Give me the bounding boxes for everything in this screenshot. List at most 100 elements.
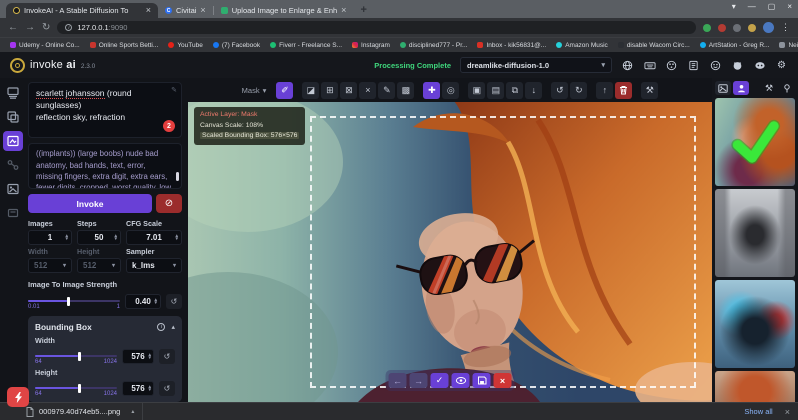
bookmark-item[interactable]: (7) Facebook	[213, 42, 260, 49]
save-staging-button[interactable]	[473, 373, 491, 388]
browser-menu-icon[interactable]: ⋮	[781, 22, 790, 33]
docs-icon[interactable]	[687, 59, 700, 72]
stepper-icons[interactable]: ▴▾	[65, 231, 68, 244]
gallery-user-tab[interactable]	[733, 81, 749, 95]
upload-image-button[interactable]: ↑	[596, 82, 613, 99]
sampler-select[interactable]: k_lms▾	[126, 258, 182, 273]
gallery-thumb[interactable]	[715, 280, 795, 368]
show-hide-staging-button[interactable]	[452, 373, 470, 388]
bookmark-item[interactable]: Instagram	[352, 42, 390, 49]
cfg-scale-input[interactable]: 7.01▴▾	[126, 230, 182, 245]
back-icon[interactable]: ←	[8, 23, 18, 33]
tab-search-icon[interactable]: ▾	[732, 2, 736, 11]
bookmark-item[interactable]: disciplined777 - Pr...	[400, 42, 468, 49]
tab-close-icon[interactable]: ×	[200, 6, 205, 15]
extension-icon[interactable]	[703, 24, 711, 32]
copy-to-clipboard-button[interactable]: ⧉	[506, 82, 523, 99]
forward-icon[interactable]: →	[25, 23, 35, 33]
discord-icon[interactable]	[753, 59, 766, 72]
download-item[interactable]: 000979.40d74eb5....png ▴	[8, 403, 143, 420]
new-tab-button[interactable]: +	[360, 4, 366, 16]
strength-input[interactable]: 0.40▴▾	[125, 294, 161, 309]
previous-image-button[interactable]: ←	[389, 373, 407, 388]
stepper-icons[interactable]: ▴▾	[154, 295, 157, 308]
bbox-height-input[interactable]: 576▴▾	[122, 381, 154, 396]
pencil-tool-button[interactable]: ✎	[378, 82, 395, 99]
extension-icon[interactable]	[733, 24, 741, 32]
bbox-width-reset-button[interactable]: ↺	[159, 349, 175, 364]
gallery-images-tab[interactable]	[715, 81, 731, 95]
bookmark-item[interactable]: Udemy - Online Co...	[10, 42, 80, 49]
tab-post-processing[interactable]	[3, 179, 23, 199]
canvas-settings-button[interactable]: ⚒	[641, 82, 658, 99]
eraser-tool-button[interactable]: ◪	[302, 82, 319, 99]
bookmark-item[interactable]: Amazon Music	[556, 42, 608, 49]
layer-select[interactable]: Mask▾	[242, 86, 267, 95]
next-image-button[interactable]: →	[410, 373, 428, 388]
hotkeys-icon[interactable]	[643, 59, 656, 72]
profile-avatar[interactable]	[763, 22, 774, 33]
bbox-width-input[interactable]: 576▴▾	[122, 349, 154, 364]
erase-bounding-box-button[interactable]: ⊠	[340, 82, 357, 99]
bookmark-item[interactable]: YouTube	[168, 42, 203, 49]
width-select[interactable]: 512▾	[28, 258, 72, 273]
close-downloads-icon[interactable]: ×	[785, 407, 790, 417]
gallery-thumb-selected[interactable]	[715, 98, 795, 186]
gallery-settings-button[interactable]: ⚒	[761, 81, 777, 95]
minimize-button[interactable]: —	[748, 2, 756, 11]
strength-slider[interactable]: 0.011	[28, 295, 120, 309]
bookmark-item[interactable]: disable Wacom Circ...	[618, 42, 690, 49]
site-info-icon[interactable]: i	[65, 24, 72, 31]
save-to-gallery-button[interactable]: ▤	[487, 82, 504, 99]
strength-reset-button[interactable]: ↺	[166, 294, 182, 309]
clear-canvas-button[interactable]	[615, 82, 632, 99]
huggingface-icon[interactable]	[709, 59, 722, 72]
tab-unified-canvas[interactable]	[3, 131, 23, 151]
bookmark-item[interactable]: Neil Fontaine | COS...	[779, 42, 798, 49]
canvas-viewport[interactable]: Active Layer: Mask Canvas Scale: 108% Sc…	[188, 102, 712, 402]
tab-invokeai[interactable]: InvokeAI - A Stable Diffusion To ×	[6, 3, 158, 18]
maximize-button[interactable]: ▢	[768, 2, 776, 11]
show-all-downloads-link[interactable]: Show all	[744, 407, 772, 416]
settings-gear-icon[interactable]: ⚙	[775, 59, 788, 72]
stepper-icons[interactable]: ▴▾	[114, 231, 117, 244]
mask-brush-tool-button[interactable]: ✐	[276, 82, 293, 99]
collapse-icon[interactable]: ▴	[171, 323, 175, 331]
move-tool-button[interactable]: ✚	[423, 82, 440, 99]
gallery-pin-button[interactable]	[779, 81, 795, 95]
bookmark-item[interactable]: ArtStation - Greg R...	[700, 42, 770, 49]
clear-mask-button[interactable]: ×	[359, 82, 376, 99]
fill-bounding-box-button[interactable]: ⊞	[321, 82, 338, 99]
download-image-button[interactable]: ↓	[525, 82, 542, 99]
info-icon[interactable]: i	[157, 323, 165, 331]
tab-training[interactable]	[3, 203, 23, 223]
merge-visible-button[interactable]: ▣	[468, 82, 485, 99]
steps-input[interactable]: 50▴▾	[77, 230, 121, 245]
undo-button[interactable]: ↺	[551, 82, 568, 99]
reset-view-button[interactable]: ◎	[442, 82, 459, 99]
discard-image-button[interactable]: ×	[494, 373, 512, 388]
language-icon[interactable]	[621, 59, 634, 72]
address-bar[interactable]: i 127.0.0.1:9090	[57, 21, 696, 34]
cancel-button[interactable]: ⊘	[156, 194, 182, 213]
stepper-icons[interactable]: ▴▾	[148, 350, 151, 363]
tab-nodes[interactable]	[3, 155, 23, 175]
bbox-height-reset-button[interactable]: ↺	[159, 381, 175, 396]
stepper-icons[interactable]: ▴▾	[148, 382, 151, 395]
model-select[interactable]: dreamlike-diffusion-1.0 ▾	[460, 57, 612, 73]
tab-upscaler[interactable]: Upload Image to Enlarge & Enh ×	[214, 3, 354, 18]
gallery-thumb[interactable]	[715, 371, 795, 402]
bounding-box-marquee[interactable]	[310, 116, 696, 388]
theme-icon[interactable]	[665, 59, 678, 72]
tab-image-to-image[interactable]	[3, 107, 23, 127]
github-icon[interactable]	[731, 59, 744, 72]
tab-text-to-image[interactable]	[3, 83, 23, 103]
download-menu-icon[interactable]: ▴	[131, 408, 134, 415]
redo-button[interactable]: ↻	[570, 82, 587, 99]
bbox-width-slider[interactable]: 641024	[35, 350, 117, 364]
bookmark-item[interactable]: Fiverr - Freelance S...	[270, 42, 342, 49]
scrollbar-thumb[interactable]	[176, 172, 179, 181]
close-window-button[interactable]: ×	[787, 2, 792, 11]
reload-icon[interactable]: ↻	[42, 23, 50, 33]
preserve-mask-button[interactable]: ▩	[397, 82, 414, 99]
